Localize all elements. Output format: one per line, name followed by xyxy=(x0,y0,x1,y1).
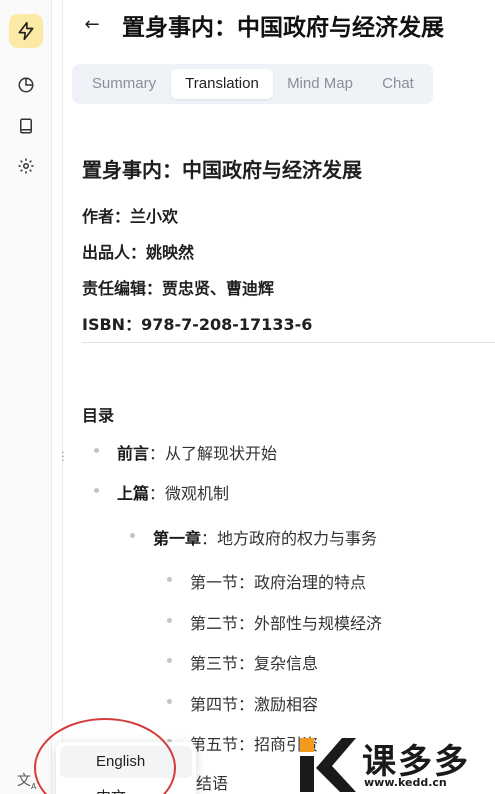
meta-author: 作者：兰小欢 xyxy=(82,207,179,226)
bullet-icon xyxy=(130,533,135,538)
lightning-icon xyxy=(18,21,34,41)
toc-item[interactable]: 第一章：地方政府的权力与事务 xyxy=(153,525,377,549)
document-title: 置身事内：中国政府与经济发展 xyxy=(82,158,362,182)
annotation-circle xyxy=(34,718,176,794)
watermark-logo: 课多多 www.kedd.cn xyxy=(296,734,495,794)
bullet-icon xyxy=(167,618,172,623)
settings-gear-icon[interactable] xyxy=(15,155,37,177)
toc-item[interactable]: 结语 xyxy=(196,770,228,794)
tab-summary[interactable]: Summary xyxy=(80,69,168,99)
tab-mind-map[interactable]: Mind Map xyxy=(278,69,362,99)
page-title: 置身事内：中国政府与经济发展 xyxy=(122,15,444,41)
pie-chart-icon[interactable] xyxy=(15,74,37,96)
toc-item[interactable]: 上篇：微观机制 xyxy=(117,480,229,504)
meta-producer: 出品人：姚映然 xyxy=(82,243,195,262)
left-rail: 文A xyxy=(0,0,52,794)
section-divider xyxy=(82,342,495,343)
tab-translation[interactable]: Translation xyxy=(171,69,273,99)
back-arrow-icon[interactable]: ← xyxy=(82,12,102,36)
book-icon[interactable] xyxy=(15,115,37,137)
panel-divider xyxy=(62,0,63,794)
toc-heading: 目录 xyxy=(82,406,115,425)
toc-item[interactable]: 第一节：政府治理的特点 xyxy=(190,569,366,593)
toc-item[interactable]: 第二节：外部性与规模经济 xyxy=(190,610,382,634)
bullet-icon xyxy=(167,699,172,704)
bullet-icon xyxy=(167,658,172,663)
watermark-url: www.kedd.cn xyxy=(364,776,447,789)
app-logo[interactable] xyxy=(9,14,43,48)
bullet-icon xyxy=(94,448,99,453)
tab-chat[interactable]: Chat xyxy=(368,69,428,99)
toc-item[interactable]: 第三节：复杂信息 xyxy=(190,650,318,674)
meta-editors: 责任编辑：贾忠贤、曹迪辉 xyxy=(82,279,275,298)
bullet-icon xyxy=(94,488,99,493)
resize-handle-icon[interactable]: · · · xyxy=(60,449,66,467)
meta-isbn: ISBN：978-7-208-17133-6 xyxy=(82,315,313,334)
view-tabs: Summary Translation Mind Map Chat xyxy=(72,64,433,104)
bullet-icon xyxy=(167,577,172,582)
brand-k-icon xyxy=(300,738,356,792)
toc-item[interactable]: 前言：从了解现状开始 xyxy=(117,440,277,464)
toc-item[interactable]: 第四节：激励相容 xyxy=(190,691,318,715)
